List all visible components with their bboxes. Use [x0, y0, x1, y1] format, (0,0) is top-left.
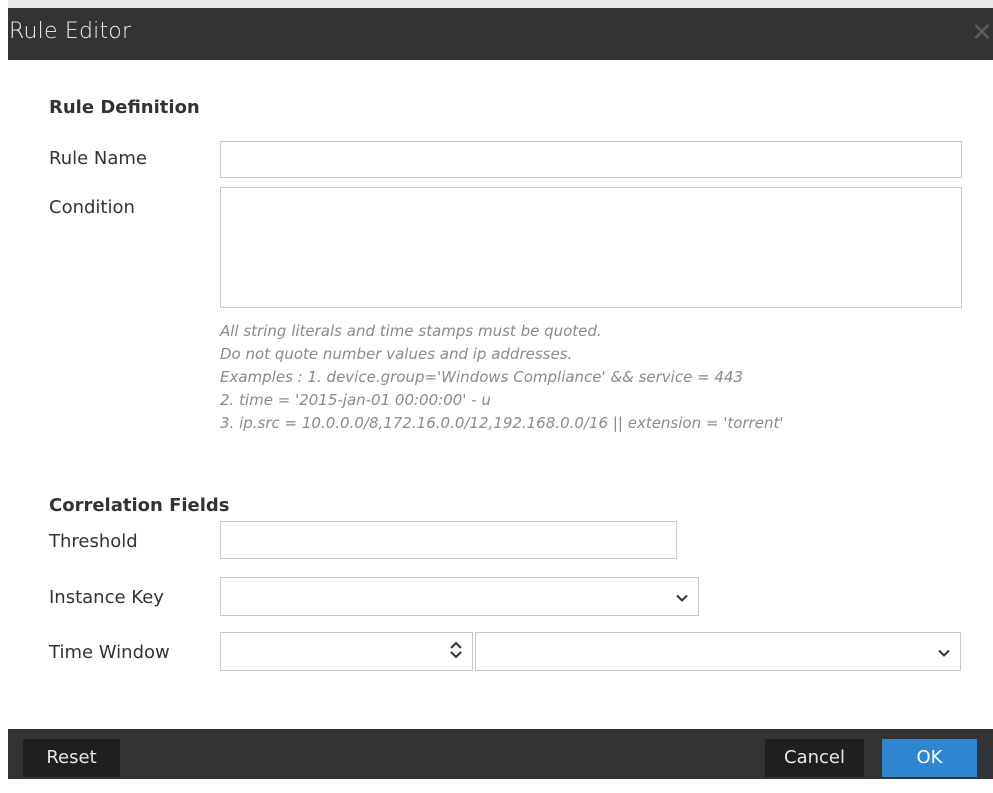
correlation-fields-heading: Correlation Fields — [49, 495, 230, 516]
condition-label: Condition — [49, 197, 135, 218]
dialog-titlebar: Rule Editor ✕ — [8, 8, 993, 60]
instance-key-select[interactable] — [220, 577, 699, 616]
hint-line: 2. time = '2015-jan-01 00:00:00' - u — [220, 391, 491, 409]
dialog-title: Rule Editor — [9, 19, 132, 44]
time-window-label: Time Window — [49, 642, 170, 663]
top-strip — [8, 0, 993, 8]
condition-hints: All string literals and time stamps must… — [220, 320, 783, 435]
time-window-stepper[interactable] — [220, 632, 473, 671]
ok-button[interactable]: OK — [882, 739, 977, 777]
hint-line: Examples : 1. device.group='Windows Comp… — [220, 368, 744, 386]
chevron-down-icon — [938, 642, 950, 661]
hint-line: All string literals and time stamps must… — [220, 322, 602, 340]
time-window-unit-select[interactable] — [475, 632, 961, 671]
threshold-label: Threshold — [49, 531, 138, 552]
condition-textarea[interactable] — [220, 187, 962, 308]
rule-definition-heading: Rule Definition — [49, 97, 200, 118]
instance-key-label: Instance Key — [49, 587, 164, 608]
hint-line: 3. ip.src = 10.0.0.0/8,172.16.0.0/12,192… — [220, 414, 784, 432]
close-icon[interactable]: ✕ — [971, 18, 993, 48]
cancel-button[interactable]: Cancel — [765, 739, 864, 777]
chevron-down-icon — [676, 587, 688, 606]
rule-name-label: Rule Name — [49, 148, 148, 169]
footer-bottom-edge — [8, 779, 993, 793]
spinner-icon[interactable] — [450, 641, 462, 663]
threshold-input[interactable] — [220, 521, 677, 559]
rule-editor-dialog: Rule Editor ✕ Rule Definition Rule Name … — [8, 0, 993, 793]
rule-name-input[interactable] — [220, 141, 962, 178]
hint-line: Do not quote number values and ip addres… — [220, 345, 573, 363]
reset-button[interactable]: Reset — [23, 739, 120, 777]
